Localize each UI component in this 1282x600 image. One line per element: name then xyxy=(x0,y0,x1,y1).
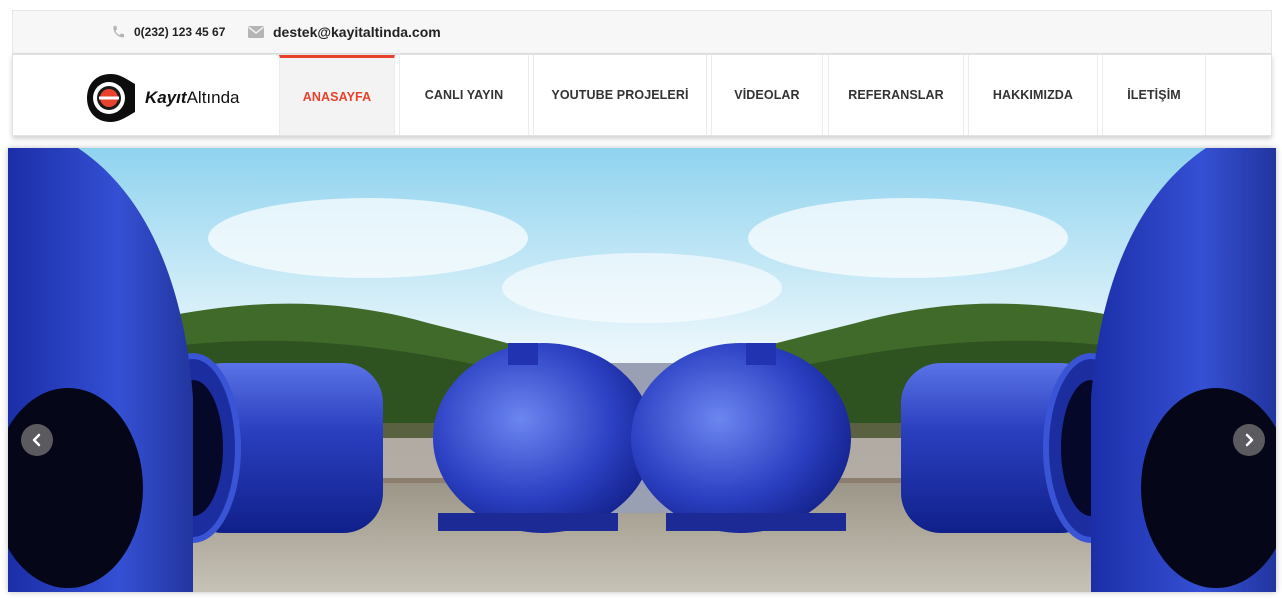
nav-item-label: HAKKIMIZDA xyxy=(992,88,1074,102)
logo-mark-icon xyxy=(87,74,135,122)
envelope-icon xyxy=(248,26,264,38)
chevron-left-icon xyxy=(32,433,41,447)
phone-icon xyxy=(113,25,125,38)
nav-item-label: İLETİŞİM xyxy=(1127,88,1181,102)
nav-item-anasayfa[interactable]: ANASAYFA xyxy=(279,55,395,135)
chevron-right-icon xyxy=(1245,433,1254,447)
nav-item-label: YOUTUBE PROJELERİ xyxy=(551,88,689,102)
nav-item-youtube-projeleri[interactable]: YOUTUBE PROJELERİ xyxy=(533,55,707,135)
nav-item-referanslar[interactable]: REFERANSLAR xyxy=(828,55,964,135)
slide-image xyxy=(8,148,1276,592)
phone-contact[interactable]: 0(232) 123 45 67 xyxy=(111,11,225,53)
nav-item-hakkimizda[interactable]: HAKKIMIZDA xyxy=(968,55,1098,135)
slider-prev-button[interactable] xyxy=(21,424,53,456)
hero-slider[interactable] xyxy=(8,148,1276,592)
nav-item-videolar[interactable]: VİDEOLAR xyxy=(711,55,823,135)
nav-item-label: REFERANSLAR xyxy=(848,88,944,102)
phone-number: 0(232) 123 45 67 xyxy=(134,25,226,39)
nav-item-iletisim[interactable]: İLETİŞİM xyxy=(1102,55,1206,135)
email-contact[interactable]: destek@kayitaltinda.com xyxy=(248,11,441,53)
slider-next-button[interactable] xyxy=(1233,424,1265,456)
nav-item-label: VİDEOLAR xyxy=(734,88,800,102)
top-contact-bar: 0(232) 123 45 67 destek@kayitaltinda.com xyxy=(12,10,1272,54)
logo-text-light: Altında xyxy=(186,88,240,107)
site-logo[interactable]: KayıtAltında xyxy=(85,71,255,125)
logo-text-bold: Kayıt xyxy=(145,88,187,107)
main-header: KayıtAltında ANASAYFA CANLI YAYIN YOUTUB… xyxy=(12,54,1272,136)
email-address: destek@kayitaltinda.com xyxy=(273,24,441,40)
nav-item-label: ANASAYFA xyxy=(302,89,372,104)
nav-item-label: CANLI YAYIN xyxy=(424,88,504,102)
logo-text: KayıtAltında xyxy=(145,88,240,108)
nav-item-canli-yayin[interactable]: CANLI YAYIN xyxy=(399,55,529,135)
